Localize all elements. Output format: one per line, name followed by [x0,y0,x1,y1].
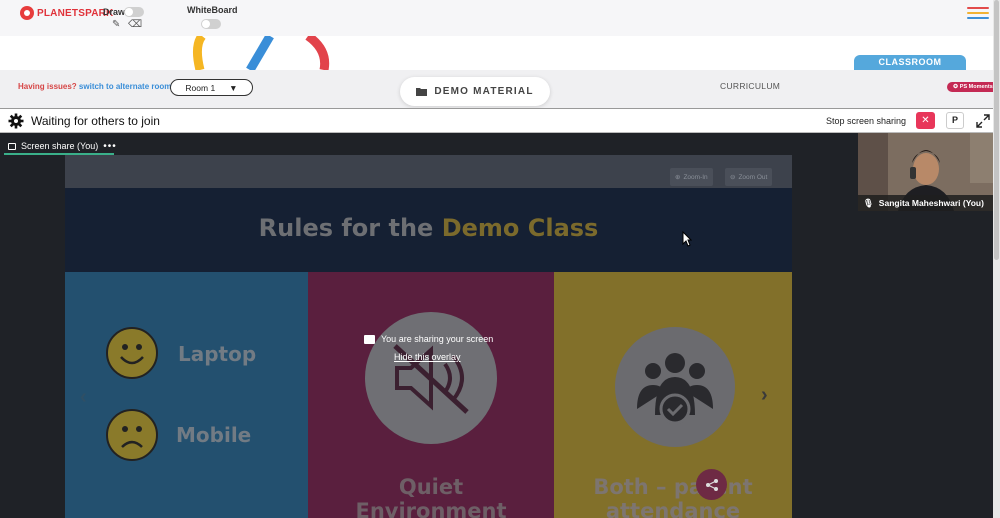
expand-icon[interactable] [976,114,990,128]
slide-column-quiet: Quiet Environment [308,272,554,518]
zoom-out-icon: ⊖ [730,174,736,181]
demo-material-label: DEMO MATERIAL [434,86,534,97]
logo-icon [20,6,34,20]
previous-arrow-icon[interactable]: ‹ [80,386,87,409]
dropdown-arrow-icon: ▼ [229,82,238,93]
screen-share-icon [8,142,16,150]
close-icon: ✕ [921,115,930,126]
quiet-line-2: Environment [355,499,507,518]
p-button[interactable]: P [946,112,964,129]
page-scrollbar-thumb[interactable] [994,0,999,260]
microphone-muted-icon: 🎙 [863,197,874,208]
decorative-arc-graphic [192,36,330,70]
zoom-out-label: Zoom Out [738,173,768,181]
meeting-area: Screen share (You) ••• ⊕ Zoom-In ⊖ Zoom … [0,133,1000,518]
quiet-environment-text: Quiet Environment [308,475,554,518]
attendance-line-1: Both – parent [593,475,753,499]
classroom-tab[interactable]: CLASSROOM [854,55,966,70]
mute-speaker-icon [393,344,469,414]
participant-video-tile[interactable]: 🎙 Sangita Maheshwari (You) [858,133,993,211]
slide-column-attendance: Both – parent attendance › [554,272,792,518]
share-button[interactable] [696,469,727,500]
meeting-status-title: Waiting for others to join [31,114,160,128]
slide-column-devices: Laptop Mobile ‹ [65,272,308,518]
having-issues-text: Having issues? switch to alternate room [18,82,171,91]
happy-face-icon [106,327,158,379]
screen-upload-icon [364,334,375,344]
laptop-label: Laptop [178,342,257,366]
slide-toolbar: ⊕ Zoom-In ⊖ Zoom Out [65,155,792,188]
hide-overlay-link[interactable]: Hide this overlay [394,352,461,362]
sharing-overlay-message: You are sharing your screen [364,334,493,344]
room-select[interactable]: Room 1 ▼ [170,79,253,96]
planetspark-logo[interactable]: PLANETSPARK [20,6,113,20]
eraser-icon[interactable]: ⌫ [128,19,142,30]
star-icon: ✪ [953,84,958,90]
meeting-header: Waiting for others to join Stop screen s… [0,108,1000,133]
stop-sharing-label: Stop screen sharing [826,116,907,126]
sad-face-icon [106,409,158,461]
app-page: PLANETSPARK Draw ✎ ⌫ WhiteBoard CLASSROO… [0,0,1000,518]
tab-screen-share-label: Screen share (You) [21,141,99,151]
tab-screen-share[interactable]: Screen share (You) ••• [8,138,117,154]
ps-moments-button[interactable]: ✪ PS Moments [947,82,999,92]
zoom-in-button[interactable]: ⊕ Zoom-In [670,168,713,186]
slide-header: Rules for the Demo Class [65,188,792,272]
demo-material-button[interactable]: DEMO MATERIAL [400,77,550,106]
folder-icon [416,88,428,96]
sharing-overlay-text: You are sharing your screen [381,334,494,344]
zoom-out-button[interactable]: ⊖ Zoom Out [725,168,773,186]
whiteboard-toggle[interactable] [201,19,221,29]
quiet-line-1: Quiet [398,475,464,499]
next-arrow-icon[interactable]: › [761,384,768,407]
ps-moments-label: PS Moments [959,84,993,90]
group-icon [637,353,713,425]
attendance-text: Both – parent attendance [550,475,792,518]
draw-toggle[interactable] [124,7,144,17]
zoom-in-label: Zoom-In [683,173,708,181]
share-icon [705,478,718,491]
room-select-value: Room 1 [185,82,216,93]
menu-icon[interactable] [967,7,989,19]
issues-label: Having issues? [18,82,77,91]
mouse-cursor-icon [682,231,692,247]
participant-name: Sangita Maheshwari (You) [878,198,984,208]
more-options-icon[interactable]: ••• [103,141,117,152]
draw-label: Draw [103,7,126,17]
stop-sharing-button[interactable]: ✕ [916,112,935,129]
whiteboard-label: WhiteBoard [187,5,238,15]
top-bar: PLANETSPARK Draw ✎ ⌫ WhiteBoard [0,0,1000,36]
zoom-in-icon: ⊕ [675,174,681,181]
people-circle [615,327,735,447]
slide-title-part1: Rules for the [258,214,442,242]
slide-title-part2: Demo Class [441,214,599,242]
participant-name-bar: 🎙 Sangita Maheshwari (You) [858,195,993,211]
mobile-label: Mobile [176,423,252,447]
pencil-icon[interactable]: ✎ [112,19,120,30]
curriculum-tab[interactable]: CURRICULUM [720,81,780,91]
alternate-room-link[interactable]: switch to alternate room [79,82,171,91]
gear-icon[interactable] [8,113,24,129]
logo-text: PLANETSPARK [37,7,114,19]
attendance-line-2: attendance [605,499,741,518]
mute-speaker-circle [365,312,497,444]
